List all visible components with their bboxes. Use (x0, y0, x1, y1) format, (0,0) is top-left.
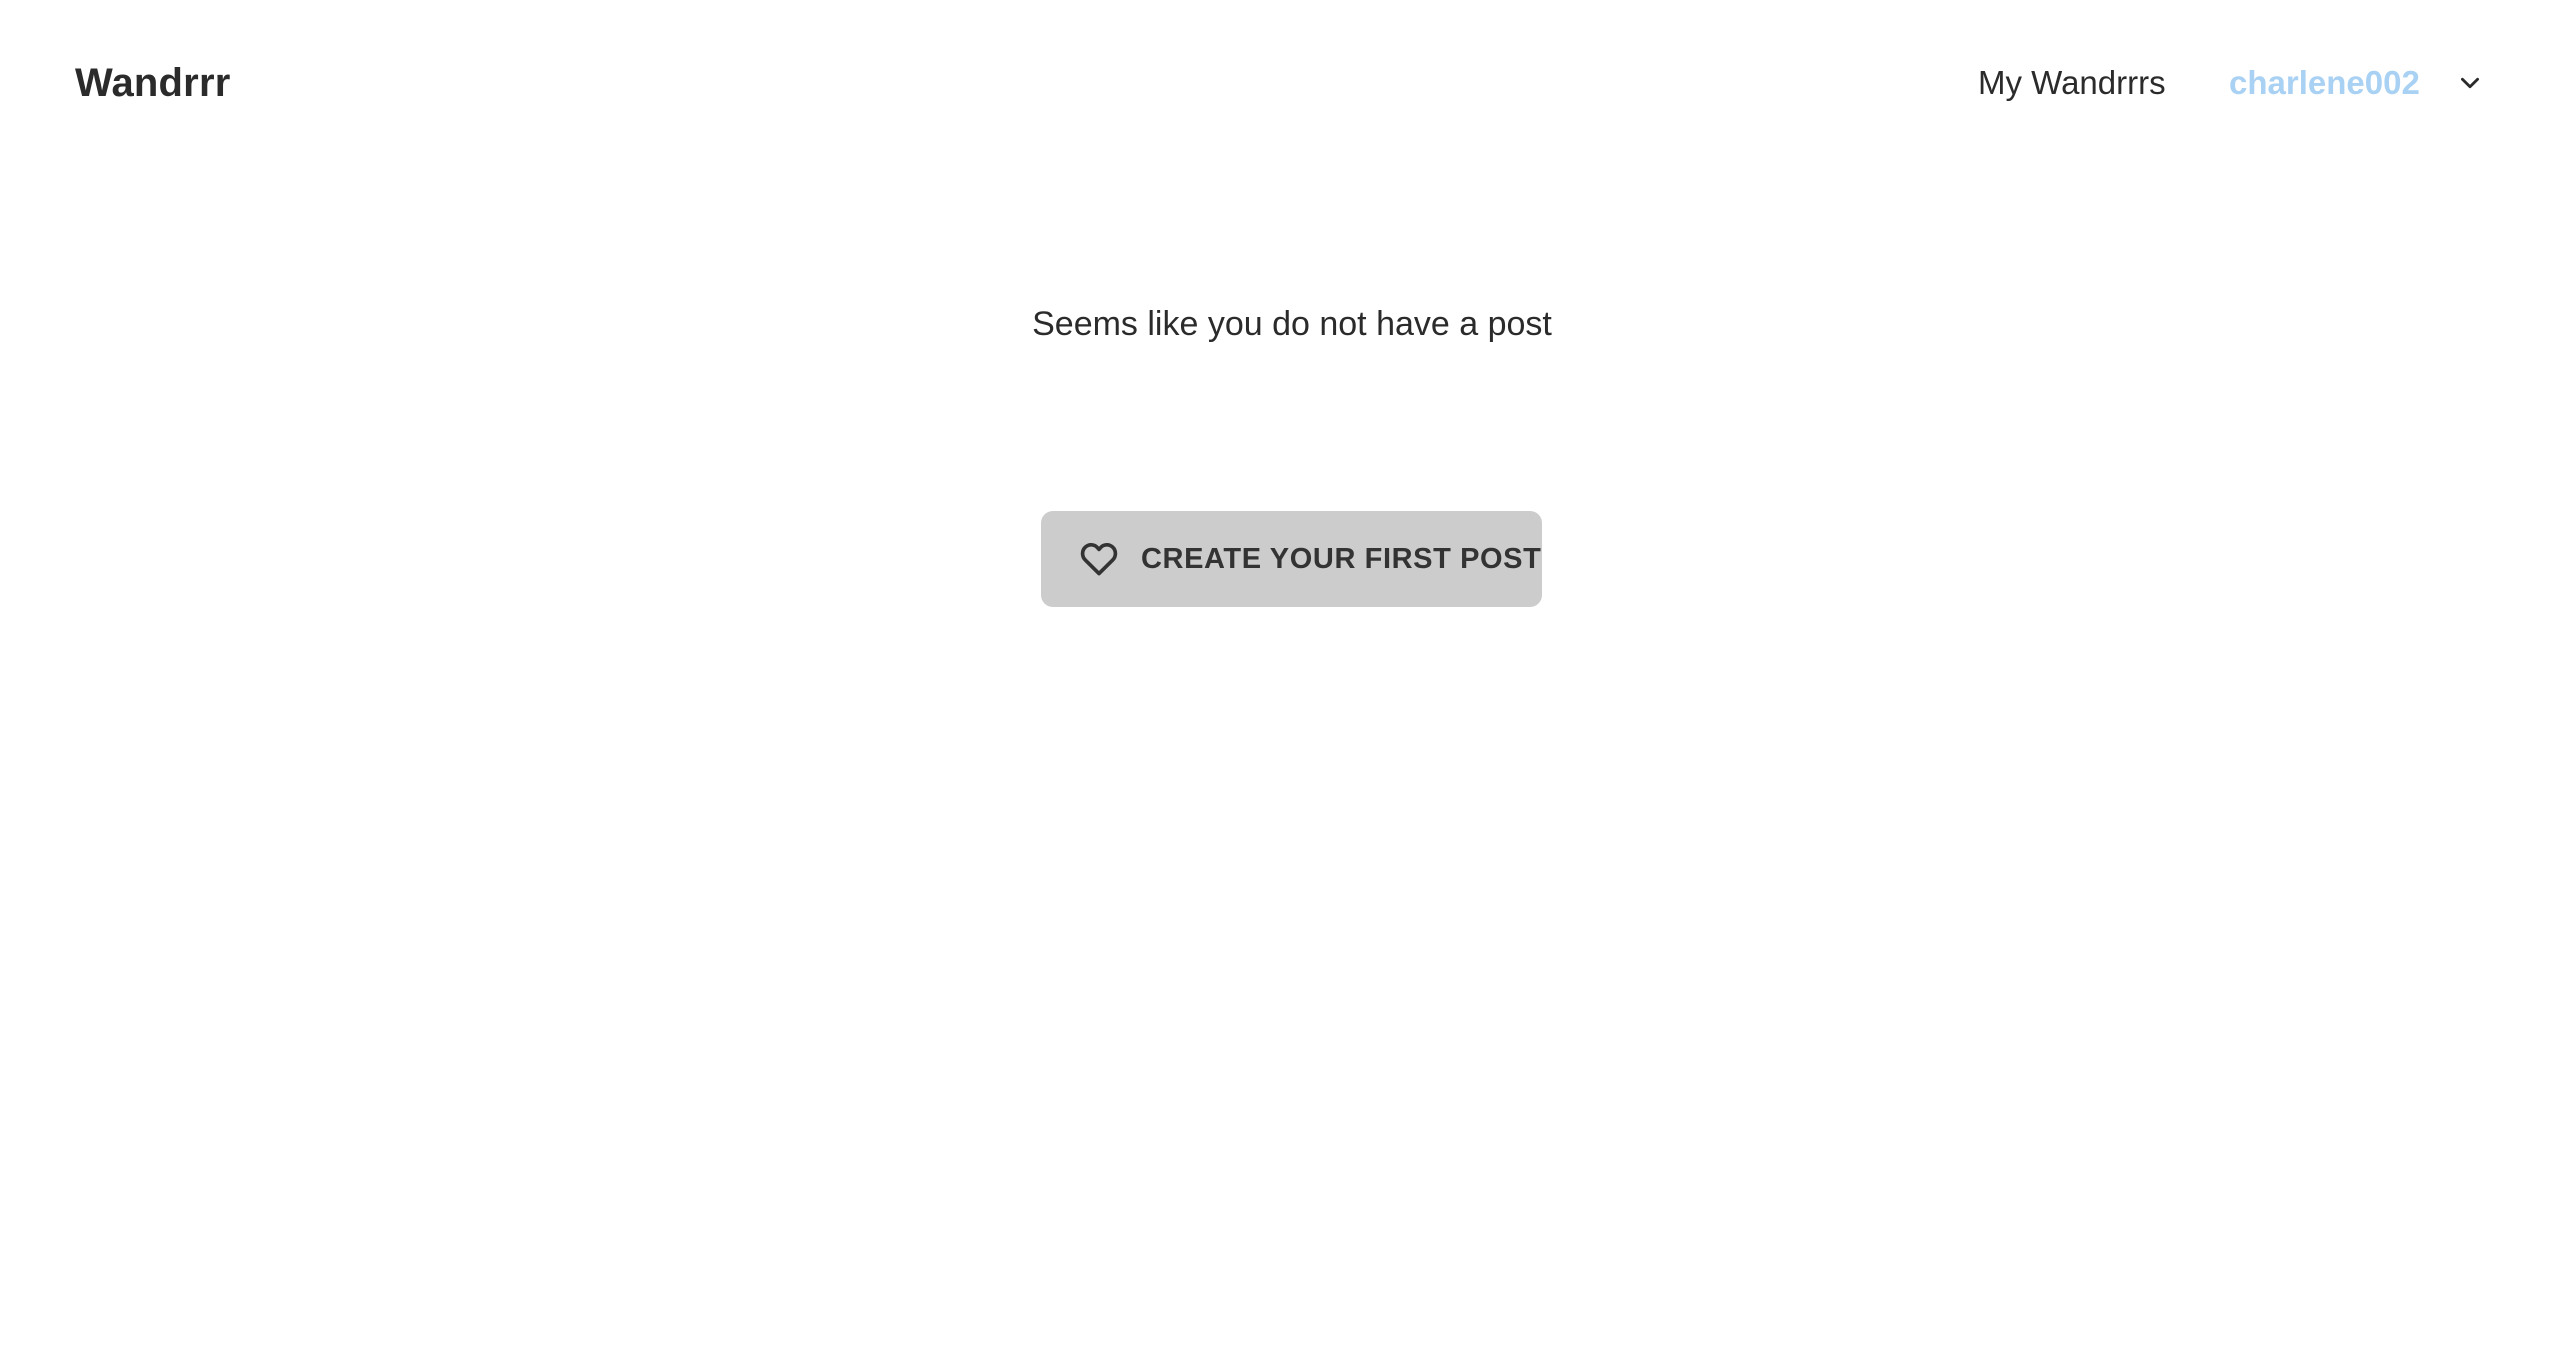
user-menu[interactable]: charlene002 (2229, 60, 2484, 106)
chevron-down-icon[interactable] (2456, 69, 2484, 97)
heart-icon (1077, 537, 1121, 581)
brand-logo[interactable]: Wandrrr (75, 60, 230, 106)
nav-link-my-wandrrrs[interactable]: My Wandrrrs (1978, 63, 2166, 103)
create-first-post-button[interactable]: CREATE YOUR FIRST POST (1041, 511, 1542, 607)
create-first-post-label: CREATE YOUR FIRST POST (1141, 543, 1542, 575)
top-nav: Wandrrr My Wandrrrs charlene002 (0, 0, 2554, 166)
empty-state-message: Seems like you do not have a post (1032, 305, 1552, 343)
page: Wandrrr My Wandrrrs charlene002 Seems li… (0, 0, 2554, 1354)
username-label[interactable]: charlene002 (2229, 63, 2420, 103)
